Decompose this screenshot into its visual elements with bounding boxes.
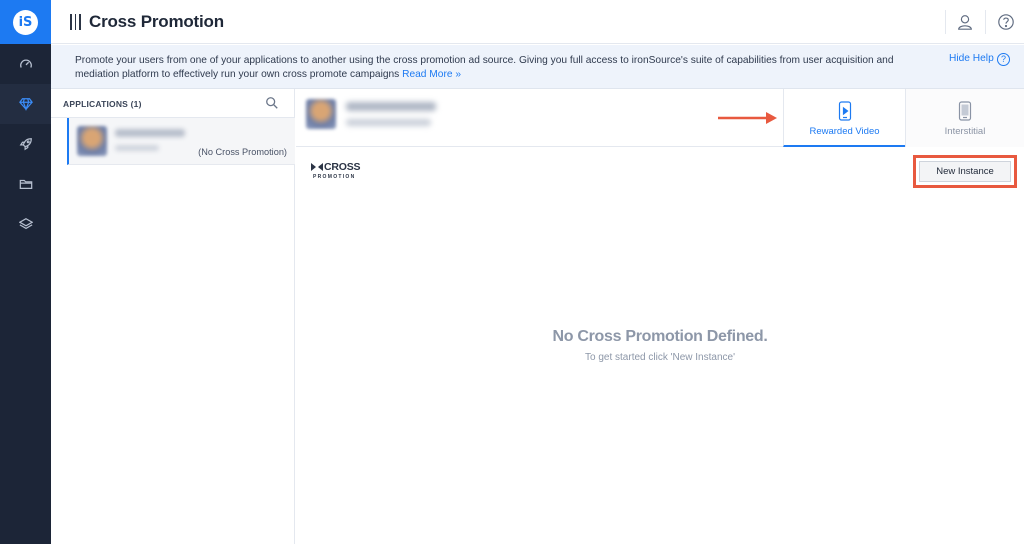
gauge-icon: [19, 59, 32, 68]
cross-arrows-icon: [311, 163, 323, 171]
search-icon[interactable]: [265, 96, 279, 110]
annotation-highlight-box: New Instance: [913, 155, 1017, 188]
application-list-item[interactable]: (No Cross Promotion): [67, 118, 295, 165]
app-cross-promo-status: (No Cross Promotion): [198, 147, 287, 157]
header-divider: [985, 10, 986, 34]
read-more-link[interactable]: Read More »: [402, 69, 461, 80]
nav-item-dashboard[interactable]: [0, 44, 51, 84]
tab-label: Interstitial: [944, 126, 986, 137]
logo-subword: PROMOTION: [313, 174, 356, 180]
nav-item-promote[interactable]: [0, 124, 51, 164]
tab-label: Rewarded Video: [809, 126, 880, 137]
menu-toggle-icon[interactable]: [70, 14, 82, 30]
rocket-icon: [19, 138, 32, 151]
main-content: Rewarded Video Interstitial CROSS PROMOT…: [296, 89, 1024, 544]
question-circle-icon[interactable]: ?: [997, 53, 1010, 66]
nav-item-layers[interactable]: [0, 204, 51, 244]
diamond-icon: [18, 98, 33, 111]
cross-promotion-logo: CROSS PROMOTION: [311, 161, 363, 181]
tab-interstitial[interactable]: Interstitial: [905, 89, 1024, 147]
applications-header: APPLICATIONS (1): [51, 89, 294, 118]
user-icon[interactable]: [954, 11, 976, 33]
logo-badge: iS: [13, 9, 38, 35]
layers-icon: [18, 218, 33, 230]
new-instance-button[interactable]: New Instance: [919, 161, 1011, 182]
empty-state-subtitle: To get started click 'New Instance': [585, 352, 735, 363]
ironsource-logo[interactable]: iS: [0, 0, 51, 44]
selected-app-name-redacted: [346, 102, 436, 111]
nav-rail: iS: [0, 0, 51, 544]
app-name-redacted: [115, 129, 185, 137]
applications-title: APPLICATIONS (1): [63, 99, 142, 109]
selected-app-meta-redacted: [346, 119, 431, 126]
help-description: Promote your users from one of your appl…: [75, 55, 894, 80]
nav-item-folders[interactable]: [0, 164, 51, 204]
help-text: Promote your users from one of your appl…: [75, 54, 905, 82]
folder-icon: [19, 179, 32, 189]
top-header: Cross Promotion: [51, 0, 1024, 44]
video-phone-icon: [838, 101, 851, 121]
tab-rewarded-video[interactable]: Rewarded Video: [783, 89, 905, 147]
help-banner: Promote your users from one of your appl…: [51, 45, 1024, 89]
annotation-arrow: [718, 112, 777, 124]
phone-icon: [958, 101, 972, 121]
help-icon[interactable]: [995, 11, 1017, 33]
nav-item-monetize[interactable]: [0, 84, 51, 124]
logo-word: CROSS: [324, 161, 361, 173]
app-thumbnail: [77, 126, 107, 156]
selected-app-thumbnail: [306, 99, 336, 129]
page-title: Cross Promotion: [89, 12, 224, 31]
hide-help-link[interactable]: Hide Help: [949, 53, 994, 64]
app-platform-redacted: [115, 145, 159, 151]
header-divider: [945, 10, 946, 34]
empty-state-title: No Cross Promotion Defined.: [552, 328, 768, 345]
